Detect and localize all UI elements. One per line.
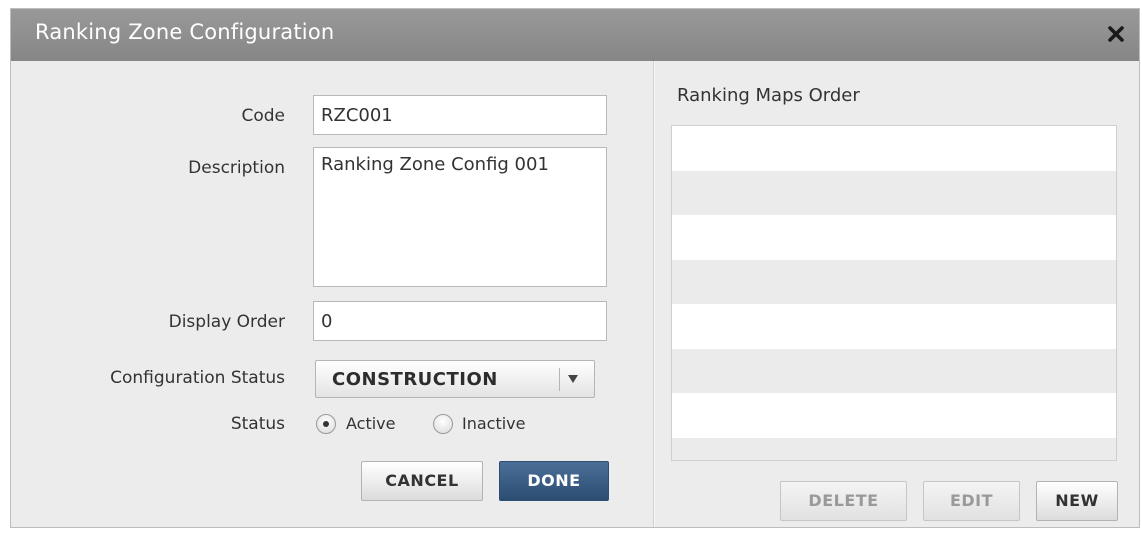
ranking-maps-order-title: Ranking Maps Order <box>677 85 860 106</box>
status-radio-inactive-label[interactable]: Inactive <box>462 414 526 433</box>
display-order-label: Display Order <box>168 312 285 332</box>
configuration-status-value: CONSTRUCTION <box>332 369 498 390</box>
delete-button[interactable]: DELETE <box>780 481 907 521</box>
dialog-title: Ranking Zone Configuration <box>35 20 335 44</box>
list-item[interactable] <box>672 348 1116 393</box>
list-item[interactable] <box>672 393 1116 438</box>
list-item[interactable] <box>672 437 1116 460</box>
status-radio-inactive[interactable] <box>433 414 453 434</box>
description-textarea[interactable]: Ranking Zone Config 001 <box>313 147 607 287</box>
edit-button[interactable]: EDIT <box>923 481 1020 521</box>
status-label: Status <box>230 414 285 434</box>
description-label: Description <box>188 158 285 178</box>
list-item[interactable] <box>672 215 1116 260</box>
close-button[interactable] <box>1103 21 1129 47</box>
radio-selected-dot <box>323 421 329 427</box>
list-item[interactable] <box>672 170 1116 215</box>
status-radio-active-label[interactable]: Active <box>346 414 396 433</box>
code-input[interactable] <box>313 95 607 135</box>
done-button[interactable]: DONE <box>499 461 609 501</box>
list-item[interactable] <box>672 259 1116 304</box>
list-item[interactable] <box>672 304 1116 349</box>
ranking-maps-list[interactable] <box>671 125 1117 461</box>
close-icon <box>1108 26 1124 42</box>
configuration-status-label: Configuration Status <box>110 368 285 388</box>
chevron-down-icon[interactable] <box>568 375 578 383</box>
configuration-status-select[interactable]: CONSTRUCTION <box>315 360 595 398</box>
list-item[interactable] <box>672 126 1116 171</box>
ranking-zone-configuration-dialog: Ranking Zone Configuration Code Descript… <box>10 8 1140 528</box>
panel-divider-highlight <box>654 61 655 527</box>
display-order-input[interactable] <box>313 301 607 341</box>
new-button[interactable]: NEW <box>1036 481 1118 521</box>
select-separator <box>559 368 560 391</box>
status-radio-active[interactable] <box>316 414 336 434</box>
cancel-button[interactable]: CANCEL <box>361 461 483 501</box>
dialog-titlebar: Ranking Zone Configuration <box>11 9 1139 61</box>
code-label: Code <box>241 106 285 126</box>
